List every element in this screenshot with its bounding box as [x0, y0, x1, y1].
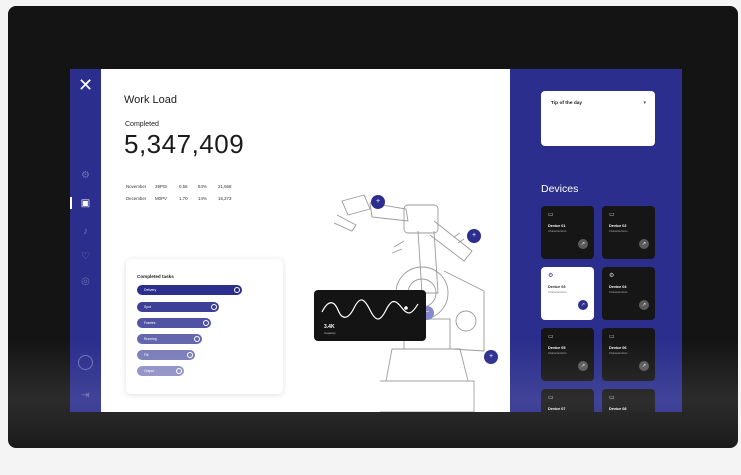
device-icon: ▭: [548, 212, 554, 218]
task-bar[interactable]: Frames: [137, 318, 211, 328]
device-name: Device 07: [548, 407, 566, 411]
tip-card[interactable]: Tip of the day ▾: [541, 91, 655, 146]
capacity-wave-chart: [321, 299, 419, 320]
task-knob-icon: [176, 368, 182, 374]
task-label: Delivery: [144, 288, 157, 292]
stats-header: [126, 173, 286, 180]
completed-value: 5,347,409: [124, 129, 245, 159]
graph-value: 3.4K: [324, 324, 335, 330]
device-subtitle: Characteristics: [548, 229, 567, 233]
task-bar[interactable]: Output: [137, 366, 184, 376]
sidebar: ✕ ⚙ ▣ ♪ ♡ ◎ ⇥: [70, 69, 101, 412]
open-device-icon[interactable]: ↗: [578, 300, 588, 310]
task-bar[interactable]: Running: [137, 334, 202, 344]
device-name: Device 06: [609, 346, 627, 350]
device-subtitle: Characteristics: [548, 290, 567, 294]
task-label: Frames: [144, 321, 156, 325]
device-name: Device 02: [609, 224, 627, 228]
avatar[interactable]: [78, 355, 93, 370]
task-label: Fill: [144, 353, 149, 357]
tasks-title: Completed tasks: [137, 274, 174, 279]
page-title: Work Load: [124, 94, 177, 106]
task-bar[interactable]: Spot: [137, 302, 219, 312]
app-screen: ✕ ⚙ ▣ ♪ ♡ ◎ ⇥ Work Load Completed 5,347,…: [70, 69, 682, 412]
stats-cell: November: [126, 183, 147, 189]
completed-label: Completed: [125, 121, 159, 128]
device-subtitle: Characteristics: [609, 351, 628, 355]
stats-cell: 21,568: [218, 183, 232, 189]
stats-cell: 0.56: [179, 183, 188, 189]
stats-cell: M0PV: [155, 195, 167, 201]
device-icon: ▭: [609, 212, 615, 218]
task-label: Output: [144, 369, 155, 373]
open-device-icon[interactable]: ↗: [639, 300, 649, 310]
dashboard-icon[interactable]: ▣: [80, 198, 91, 209]
hotspot-gripper[interactable]: +: [371, 195, 385, 209]
devices-title: Devices: [541, 183, 579, 195]
task-knob-icon: [211, 304, 217, 310]
device-card[interactable]: ⚙ Device 03 Characteristics ↗: [541, 267, 594, 320]
right-panel: Tip of the day ▾ Devices ▭ Device 01 Chara…: [510, 69, 682, 412]
device-card[interactable]: ▭ Device 06 Characteristics ↗: [602, 328, 655, 381]
device-name: Device 03: [548, 285, 566, 289]
table-row: November 39PGI 0.56 84% 21,568: [126, 180, 286, 192]
device-icon: ⚙: [548, 273, 554, 279]
stats-cell: 1.70: [179, 195, 188, 201]
open-device-icon[interactable]: ↗: [639, 239, 649, 249]
stats-table: November 39PGI 0.56 84% 21,568 December …: [126, 173, 286, 204]
device-card[interactable]: ▭Device 08Characteristics↗: [602, 389, 655, 412]
task-knob-icon: [234, 287, 240, 293]
task-knob-icon: [194, 336, 200, 342]
device-card[interactable]: ⚙ Device 04 Characteristics ↗: [602, 267, 655, 320]
task-bar[interactable]: Fill: [137, 350, 195, 360]
device-subtitle: Characteristics: [548, 351, 567, 355]
notifications-icon[interactable]: ♪: [80, 226, 91, 237]
device-name: Device 04: [609, 285, 627, 289]
task-label: Running: [144, 337, 157, 341]
task-knob-icon: [203, 320, 209, 326]
task-bar[interactable]: Delivery: [137, 285, 242, 295]
completed-tasks-card: Completed tasks Delivery Spot Frames Runnin…: [126, 259, 283, 394]
device-icon: ⚙: [609, 273, 615, 279]
settings-icon[interactable]: ⚙: [80, 170, 91, 181]
sidebar-active-indicator: [70, 197, 72, 209]
device-icon: ▭: [609, 395, 615, 401]
stats-cell: 14%: [198, 195, 207, 201]
device-name: Device 08: [609, 407, 627, 411]
device-icon: ▭: [548, 395, 554, 401]
device-icon: ▭: [548, 334, 554, 340]
chevron-down-icon[interactable]: ▾: [643, 100, 646, 106]
device-subtitle: Characteristics: [609, 229, 628, 233]
hotspot-base[interactable]: +: [484, 350, 498, 364]
table-row: December M0PV 1.70 14% 16,273: [126, 192, 286, 204]
tip-title: Tip of the day: [551, 101, 583, 106]
stats-cell: 39PGI: [155, 183, 168, 189]
device-subtitle: Characteristics: [609, 290, 628, 294]
device-name: Device 05: [548, 346, 566, 350]
stats-cell: 84%: [198, 183, 207, 189]
close-icon[interactable]: ✕: [77, 76, 94, 94]
device-card[interactable]: ▭Device 07Characteristics↗: [541, 389, 594, 412]
capacity-graph-card[interactable]: 3.4K Capacity: [314, 290, 426, 341]
open-device-icon[interactable]: ↗: [578, 239, 588, 249]
device-card[interactable]: ▭ Device 01 Characteristics ↗: [541, 206, 594, 259]
hotspot-elbow[interactable]: +: [467, 229, 481, 243]
open-device-icon[interactable]: ↗: [578, 361, 588, 371]
open-device-icon[interactable]: ↗: [639, 361, 649, 371]
location-icon[interactable]: ◎: [80, 276, 91, 287]
logout-icon[interactable]: ⇥: [80, 390, 91, 401]
device-name: Device 01: [548, 224, 566, 228]
stats-cell: December: [126, 195, 147, 201]
task-knob-icon: [187, 352, 193, 358]
stats-cell: 16,273: [218, 195, 232, 201]
graph-label: Capacity: [324, 331, 336, 335]
device-card[interactable]: ▭ Device 02 Characteristics ↗: [602, 206, 655, 259]
favorites-icon[interactable]: ♡: [80, 251, 91, 262]
task-label: Spot: [144, 305, 151, 309]
device-icon: ▭: [609, 334, 615, 340]
device-card[interactable]: ▭ Device 05 Characteristics ↗: [541, 328, 594, 381]
